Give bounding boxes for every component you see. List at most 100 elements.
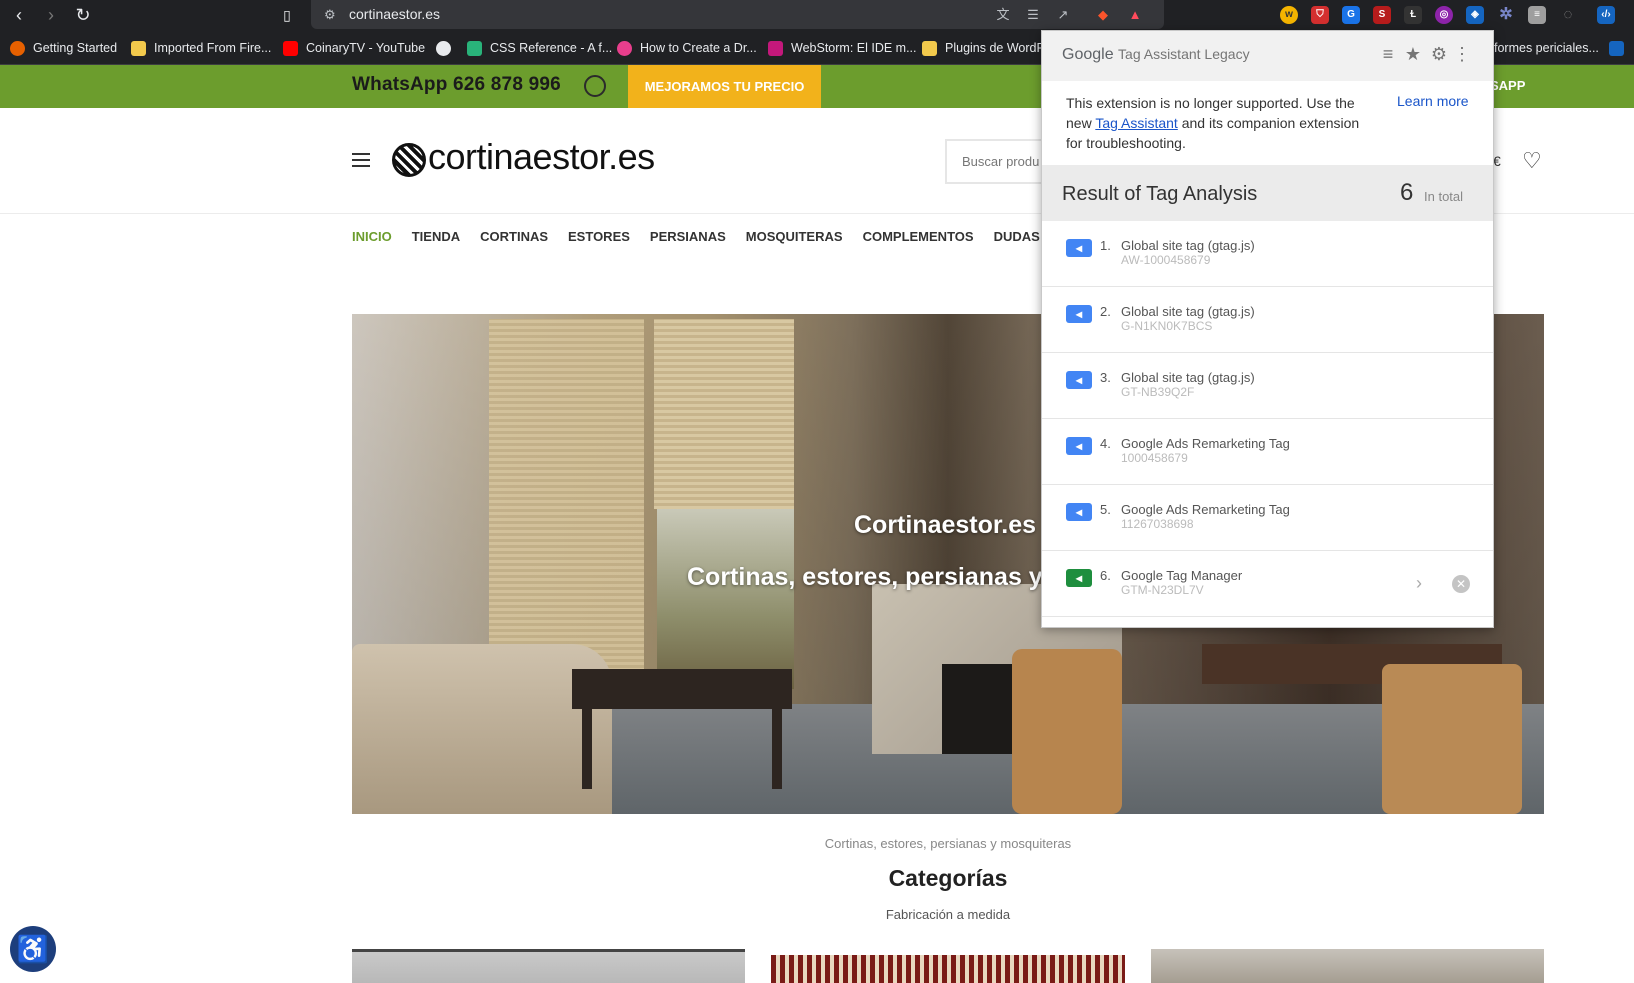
extension-database-icon[interactable]: ≡ <box>1528 6 1546 24</box>
tag-row[interactable]: ◂ 2. Global site tag (gtag.js) G-N1KN0K7… <box>1042 287 1493 353</box>
bookmark-label: formes periciales... <box>1494 41 1599 55</box>
hero-image-table-leg <box>582 709 592 789</box>
bookmark-item[interactable]: formes periciales... <box>1494 39 1599 57</box>
brave-shield-icon[interactable]: ◆ <box>1094 6 1112 24</box>
bookmark-item[interactable]: CSS Reference - A f... <box>467 39 612 57</box>
extension-gear-icon[interactable]: ✲ <box>1497 6 1515 24</box>
url-text: cortinaestor.es <box>349 6 441 22</box>
tag-id: G-N1KN0K7BCS <box>1121 319 1213 333</box>
top-right-link[interactable]: SAPP <box>1490 78 1525 93</box>
wishlist-icon[interactable]: ♡ <box>1522 148 1542 174</box>
bookmark-item[interactable]: How to Create a Dr... <box>617 39 757 57</box>
bookmark-item[interactable] <box>436 39 459 57</box>
tag-name: Global site tag (gtag.js) <box>1121 370 1255 385</box>
filter-icon[interactable]: ≡ <box>1378 44 1398 64</box>
hero-image-blind <box>489 319 644 689</box>
tag-row[interactable]: ◂ 5. Google Ads Remarketing Tag 11267038… <box>1042 485 1493 551</box>
extension-code-icon[interactable]: ‹/› <box>1597 6 1615 24</box>
nav-item-complementos[interactable]: COMPLEMENTOS <box>863 229 974 244</box>
category-card[interactable] <box>352 949 746 983</box>
extension-w-icon[interactable]: w <box>1280 6 1298 24</box>
tag-icon: ◂ <box>1066 437 1092 455</box>
chevron-right-icon[interactable]: › <box>1416 573 1422 594</box>
tag-id: GT-NB39Q2F <box>1121 385 1195 399</box>
tag-id: 11267038698 <box>1121 517 1194 531</box>
nav-item-cortinas[interactable]: CORTINAS <box>480 229 548 244</box>
nav-item-estores[interactable]: ESTORES <box>568 229 630 244</box>
close-icon[interactable]: ✕ <box>1452 575 1470 593</box>
tag-row[interactable]: ◂ 6. Google Tag Manager GTM-N23DL7V › ✕ <box>1042 551 1493 617</box>
bookmark-label: Plugins de WordP <box>945 41 1045 55</box>
tag-number: 4. <box>1100 436 1111 451</box>
brave-rewards-icon[interactable]: ▲ <box>1126 6 1144 24</box>
bookmark-item[interactable]: CoinaryTV - YouTube <box>283 39 425 57</box>
translate-icon[interactable]: 文 <box>994 6 1012 24</box>
css-reference-icon <box>467 40 482 56</box>
hero-title: Cortinaestor.es <box>854 511 1037 539</box>
cart-total[interactable]: € <box>1493 153 1501 169</box>
site-logo[interactable]: cortinaestor.es <box>428 136 655 178</box>
globe-icon <box>436 40 451 56</box>
tag-number: 3. <box>1100 370 1111 385</box>
learn-more-link[interactable]: Learn more <box>1397 93 1469 109</box>
extension-s-icon[interactable]: S <box>1373 6 1391 24</box>
tag-icon: ◂ <box>1066 569 1092 587</box>
reader-icon[interactable]: ☰ <box>1024 6 1042 24</box>
category-card[interactable] <box>751 949 1145 983</box>
settings-icon[interactable]: ⚙ <box>1429 44 1449 64</box>
tag-id: 1000458679 <box>1121 451 1188 465</box>
reload-icon[interactable]: ↻ <box>72 4 94 26</box>
back-icon[interactable]: ‹ <box>8 4 30 26</box>
hero-image-blind <box>654 319 794 509</box>
nav-item-tienda[interactable]: TIENDA <box>412 229 460 244</box>
bookmark-folder[interactable]: Imported From Fire... <box>131 39 271 57</box>
menu-icon[interactable] <box>352 153 370 167</box>
popup-brand: Google Tag Assistant Legacy <box>1062 46 1250 64</box>
bookmark-folder[interactable]: Plugins de WordP <box>922 39 1045 57</box>
tag-row[interactable]: ◂ 4. Google Ads Remarketing Tag 10004586… <box>1042 419 1493 485</box>
extension-color-icon[interactable]: ◎ <box>1435 6 1453 24</box>
webstorm-icon <box>768 40 783 56</box>
tag-id: AW-1000458679 <box>1121 253 1211 267</box>
accessibility-icon[interactable]: ♿ <box>10 926 56 972</box>
extension-shield-icon[interactable]: ⛉ <box>1311 6 1329 24</box>
logo-icon[interactable] <box>392 143 426 177</box>
tag-number: 1. <box>1100 238 1111 253</box>
better-price-button[interactable]: MEJORAMOS TU PRECIO <box>628 65 821 108</box>
extension-translate-icon[interactable]: G <box>1342 6 1360 24</box>
nav-item-dudas[interactable]: DUDAS <box>994 229 1040 244</box>
bookmark-icon[interactable]: ▯ <box>276 4 298 26</box>
tag-icon: ◂ <box>1066 305 1092 323</box>
whatsapp-text[interactable]: WhatsApp 626 878 996 <box>352 74 561 96</box>
site-settings-icon[interactable]: ⚙ <box>324 7 336 23</box>
bookmark-item[interactable]: WebStorm: El IDE m... <box>768 39 917 57</box>
search-input[interactable]: Buscar produ <box>945 139 1055 184</box>
search-placeholder: Buscar produ <box>962 154 1040 169</box>
whatsapp-icon[interactable] <box>584 75 606 97</box>
tag-row[interactable]: ◂ 3. Global site tag (gtag.js) GT-NB39Q2… <box>1042 353 1493 419</box>
nav-item-mosquiteras[interactable]: MOSQUITERAS <box>746 229 843 244</box>
address-bar[interactable]: ⚙ cortinaestor.es 文 ☰ ↗ ◆ ▲ <box>311 0 1164 29</box>
category-card[interactable] <box>1150 949 1544 983</box>
hero-image-chair <box>1012 649 1122 814</box>
forward-icon[interactable]: › <box>40 4 62 26</box>
extension-circle-icon[interactable]: ◌ <box>1559 6 1577 24</box>
tag-assistant-link[interactable]: Tag Assistant <box>1095 115 1178 131</box>
extension-type-icon[interactable]: Ɫ <box>1404 6 1422 24</box>
tag-name: Google Tag Manager <box>1121 568 1243 583</box>
tag-name: Google Ads Remarketing Tag <box>1121 502 1290 517</box>
nav-item-persianas[interactable]: PERSIANAS <box>650 229 726 244</box>
extension-tag-assistant-icon[interactable]: ◈ <box>1466 6 1484 24</box>
deprecation-notice: This extension is no longer supported. U… <box>1066 93 1378 153</box>
hero-image-chair <box>1382 664 1522 814</box>
bookmarks-overflow-icon[interactable] <box>1609 39 1632 57</box>
tag-number: 5. <box>1100 502 1111 517</box>
more-icon[interactable]: ⋮ <box>1452 44 1472 64</box>
tag-icon: ◂ <box>1066 503 1092 521</box>
tag-row[interactable]: ◂ 1. Global site tag (gtag.js) AW-100045… <box>1042 221 1493 287</box>
star-icon[interactable]: ★ <box>1403 44 1423 64</box>
bookmark-item[interactable]: Getting Started <box>10 39 117 57</box>
tag-name: Global site tag (gtag.js) <box>1121 304 1255 319</box>
share-icon[interactable]: ↗ <box>1054 6 1072 24</box>
nav-item-inicio[interactable]: INICIO <box>352 229 392 244</box>
